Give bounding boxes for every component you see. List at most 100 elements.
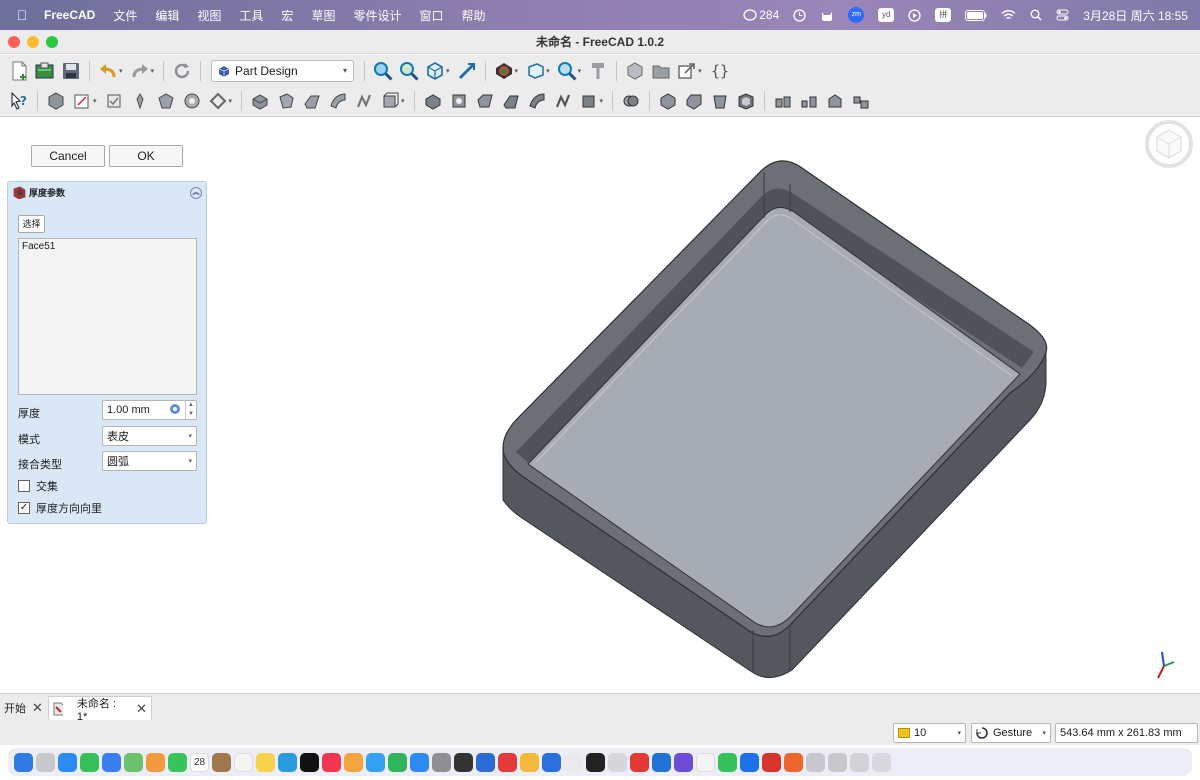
menubar-clock[interactable]: 3月28日 周六 18:55 bbox=[1083, 7, 1188, 24]
music-icon[interactable] bbox=[322, 752, 341, 772]
feishu-icon[interactable] bbox=[740, 752, 759, 772]
subtractive-primitive-icon[interactable] bbox=[578, 90, 600, 112]
ok-button[interactable]: OK bbox=[109, 145, 183, 167]
notifications-status[interactable]: 284 bbox=[743, 8, 779, 22]
draft-icon[interactable] bbox=[709, 90, 731, 112]
subtractive-loft-icon[interactable] bbox=[500, 90, 522, 112]
terminal-icon[interactable] bbox=[586, 752, 605, 772]
tv-icon[interactable] bbox=[300, 752, 319, 772]
undo-dropdown-icon[interactable]: ▾ bbox=[119, 67, 123, 75]
tab-untitled[interactable]: 未命名 : 1* ✕ bbox=[48, 696, 152, 723]
app-store-icon[interactable] bbox=[410, 752, 429, 772]
make-inward-checkbox-box[interactable]: ✓ bbox=[18, 502, 30, 514]
facetime-icon[interactable] bbox=[168, 752, 187, 772]
thickness-input[interactable]: 1.00 mm ▲ ▼ bbox=[102, 400, 197, 420]
close-window-button[interactable] bbox=[8, 36, 20, 48]
preview-icon[interactable] bbox=[564, 752, 583, 772]
standard-views-icon[interactable] bbox=[424, 60, 446, 82]
qq-icon[interactable] bbox=[542, 752, 561, 772]
intersection-checkbox-box[interactable] bbox=[18, 480, 30, 492]
play-icon[interactable] bbox=[908, 8, 921, 22]
fit-all-icon[interactable] bbox=[372, 60, 394, 82]
menu-part-design[interactable]: 零件设计 bbox=[344, 7, 410, 24]
redo-icon[interactable] bbox=[129, 60, 151, 82]
draw-style-icon[interactable] bbox=[493, 60, 515, 82]
thickness-spinbox[interactable]: ▲ ▼ bbox=[185, 401, 196, 419]
menu-app-name[interactable]: FreeCAD bbox=[44, 8, 104, 22]
wechat-icon[interactable] bbox=[718, 752, 737, 772]
subtractive-helix-icon[interactable] bbox=[552, 90, 574, 112]
face-list-item[interactable]: Face51 bbox=[22, 241, 193, 252]
whats-this-icon[interactable]: ? bbox=[8, 90, 30, 112]
youdao-app-icon[interactable] bbox=[498, 752, 517, 772]
mode-select[interactable]: 表皮 ▾ bbox=[102, 426, 197, 446]
part-container-icon[interactable] bbox=[624, 60, 646, 82]
close-icon[interactable]: ✕ bbox=[136, 701, 147, 717]
input-method-icon[interactable]: 拼 bbox=[935, 8, 952, 22]
freeform-icon[interactable] bbox=[278, 752, 297, 772]
create-body-icon[interactable] bbox=[45, 90, 67, 112]
wps-icon[interactable] bbox=[630, 752, 649, 772]
python-console-icon[interactable]: {} bbox=[708, 60, 730, 82]
clipping-plane-icon[interactable] bbox=[587, 60, 609, 82]
save-document-icon[interactable] bbox=[60, 60, 82, 82]
group-folder-icon[interactable] bbox=[650, 60, 672, 82]
system-settings-icon[interactable] bbox=[432, 752, 451, 772]
grid-size-select[interactable]: 10 ▾ bbox=[893, 723, 966, 743]
notes-icon[interactable] bbox=[256, 752, 275, 772]
measure-dropdown-icon[interactable]: ▾ bbox=[578, 67, 582, 75]
refresh-icon[interactable] bbox=[171, 60, 193, 82]
chrome-icon[interactable] bbox=[520, 752, 539, 772]
join-type-select[interactable]: 圆弧 ▾ bbox=[102, 451, 197, 471]
keynote-icon[interactable] bbox=[366, 752, 385, 772]
validate-sketch-icon[interactable] bbox=[103, 90, 125, 112]
cat-icon[interactable] bbox=[820, 9, 834, 22]
face-list[interactable]: Face51 bbox=[18, 238, 197, 395]
measure-icon[interactable] bbox=[556, 60, 578, 82]
chamfer-icon[interactable] bbox=[683, 90, 705, 112]
select-faces-button[interactable]: 选择 bbox=[18, 215, 45, 233]
redo-dropdown-icon[interactable]: ▾ bbox=[151, 67, 155, 75]
maps-icon[interactable] bbox=[124, 752, 143, 772]
panel-header[interactable]: 厚度参数 ︽ bbox=[8, 182, 206, 203]
shape-binder-icon[interactable] bbox=[155, 90, 177, 112]
fit-selection-icon[interactable] bbox=[398, 60, 420, 82]
assistant-icon[interactable] bbox=[674, 752, 693, 772]
control-center-icon[interactable] bbox=[1056, 9, 1069, 21]
menu-view[interactable]: 视图 bbox=[188, 7, 230, 24]
helix-icon[interactable] bbox=[353, 90, 375, 112]
menu-macro[interactable]: 宏 bbox=[272, 7, 302, 24]
tab-start[interactable]: 开始 ✕ bbox=[0, 696, 47, 720]
menu-help[interactable]: 帮助 bbox=[452, 7, 494, 24]
reminders-icon[interactable] bbox=[234, 752, 253, 772]
navigation-cube[interactable] bbox=[1143, 118, 1195, 170]
minimize-window-button[interactable] bbox=[27, 36, 39, 48]
expression-icon[interactable] bbox=[169, 403, 181, 415]
menu-file[interactable]: 文件 bbox=[104, 7, 146, 24]
make-inward-checkbox[interactable]: ✓ 厚度方向向里 bbox=[18, 500, 102, 516]
menu-window[interactable]: 窗口 bbox=[410, 7, 452, 24]
xcode-icon[interactable] bbox=[696, 752, 715, 772]
textedit-icon[interactable] bbox=[608, 752, 627, 772]
apple-menu-icon[interactable]:  bbox=[0, 7, 44, 23]
wifi-icon[interactable] bbox=[1001, 9, 1016, 21]
safari-icon[interactable] bbox=[58, 752, 77, 772]
subtractive-primitive-dropdown-icon[interactable]: ▾ bbox=[600, 97, 604, 105]
calendar-icon[interactable]: 28 bbox=[190, 752, 209, 772]
navigation-style-select[interactable]: Gesture ▾ bbox=[971, 723, 1051, 743]
mail-icon[interactable] bbox=[102, 752, 121, 772]
open-document-icon[interactable] bbox=[34, 60, 56, 82]
numbers-icon[interactable] bbox=[388, 752, 407, 772]
datum-point-icon[interactable] bbox=[129, 90, 151, 112]
finder-icon[interactable] bbox=[14, 752, 33, 772]
downloads-stack-icon[interactable] bbox=[850, 752, 869, 772]
polar-pattern-icon[interactable] bbox=[824, 90, 846, 112]
create-sketch-icon[interactable] bbox=[71, 90, 93, 112]
link-dropdown-icon[interactable]: ▾ bbox=[698, 67, 702, 75]
menu-tools[interactable]: 工具 bbox=[230, 7, 272, 24]
standard-views-dropdown-icon[interactable]: ▾ bbox=[446, 67, 450, 75]
contacts-icon[interactable] bbox=[212, 752, 231, 772]
pad-icon[interactable] bbox=[249, 90, 271, 112]
datum-dropdown-icon[interactable]: ▾ bbox=[229, 97, 233, 105]
draw-style-dropdown-icon[interactable]: ▾ bbox=[515, 67, 519, 75]
